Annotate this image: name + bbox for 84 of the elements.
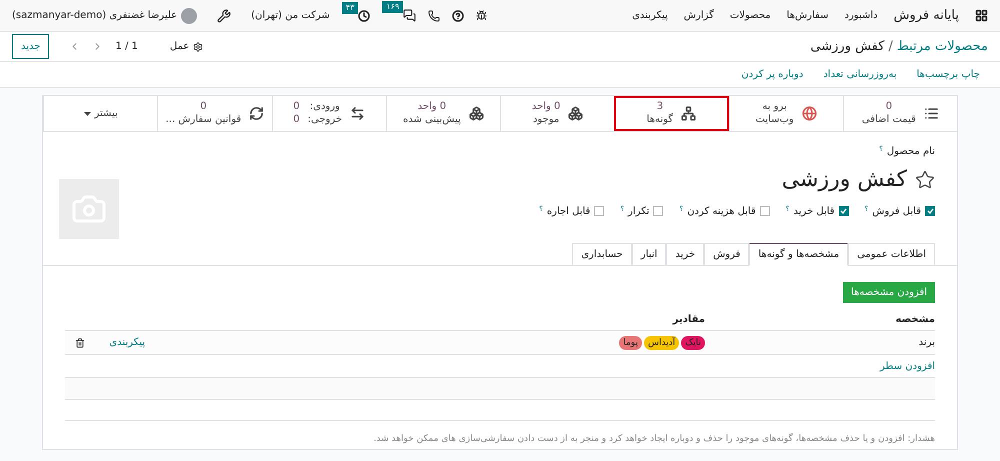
tab[interactable]: خرید	[666, 243, 704, 266]
breadcrumb-current: کفش ورزشی	[810, 38, 884, 56]
stat-label: موجود	[532, 114, 560, 126]
bug-icon[interactable]	[476, 10, 488, 21]
column-header: مقادیر	[671, 312, 705, 326]
stat-label: وب‌سایت	[755, 114, 794, 126]
stat-label: ورودی:	[308, 101, 341, 114]
stat-label: گونه‌ها	[646, 114, 674, 126]
stat-value: 0	[884, 101, 894, 114]
checkbox-label: قابل فروش	[872, 205, 921, 219]
action-menu[interactable]: عمل	[170, 39, 190, 54]
cubes-icon	[568, 106, 584, 121]
stat-label: خروجی:	[308, 114, 342, 126]
add-line-link[interactable]: افزودن سطر	[880, 358, 935, 374]
checkbox[interactable]	[925, 206, 935, 216]
checkbox[interactable]	[653, 206, 664, 216]
stat-label: پیش‌بینی شده	[403, 114, 461, 126]
checkbox[interactable]	[594, 206, 604, 216]
checkbox-label: قابل خرید	[793, 205, 835, 219]
clock-icon[interactable]	[358, 10, 370, 22]
stat-value: 0	[293, 114, 300, 126]
breadcrumb-link[interactable]: محصولات مرتبط	[896, 36, 988, 56]
refresh-icon	[249, 106, 264, 121]
stat-value: 0 واحد	[416, 101, 448, 114]
header-action-button[interactable]: دوباره پر کردن	[741, 67, 804, 82]
stat-value: 0	[293, 101, 300, 114]
warning-text: هشدار: افزودن و یا حذف مشخصه‌ها، گونه‌های موجود را حذف و دوباره ایجاد خواهد کرد و منجر به از دست دادن سفارشی‌سازی های ممکن خواهد شد.	[372, 433, 935, 446]
hierarchy-icon	[681, 106, 696, 121]
stat-label: قیمت اضافی	[862, 114, 916, 126]
stat-value: 0 واحد	[532, 101, 560, 114]
configure-link[interactable]: پیکربندی	[85, 335, 145, 350]
checkbox-label: تکرار	[628, 205, 650, 219]
help-icon[interactable]	[452, 10, 464, 22]
value-tag: نایک	[681, 336, 705, 350]
checkbox-label: قابل اجاره	[546, 205, 590, 219]
stat-value: 0	[199, 101, 208, 114]
checkbox-label: قابل هزینه کردن	[687, 205, 756, 219]
stat-value: 3	[656, 101, 664, 113]
menu-item[interactable]: گزارش	[684, 8, 714, 23]
new-button[interactable]: جدید	[12, 34, 50, 59]
stat-label: برو به	[761, 101, 788, 114]
smart-button[interactable]: 0 واحد پیش‌بینی شده	[386, 96, 500, 131]
value-tag: آدیداس	[644, 336, 680, 350]
arrows-icon	[350, 106, 366, 121]
apps-menu-icon[interactable]	[975, 9, 988, 22]
message-count-badge: ۱۶۹	[382, 1, 404, 13]
breadcrumb-separator: /	[888, 38, 893, 56]
field-label: نام محصول	[886, 145, 935, 159]
phone-icon[interactable]	[428, 10, 440, 22]
chat-icon[interactable]	[403, 9, 416, 22]
smart-button[interactable]: 0 واحد موجود	[500, 96, 614, 131]
company-switcher[interactable]: شرکت من (تهران)	[251, 8, 330, 23]
cubes-icon	[468, 106, 484, 121]
caret-icon	[84, 112, 90, 116]
app-name[interactable]: پایانه فروش	[894, 6, 959, 26]
tab[interactable]: حسابداری	[572, 243, 632, 266]
tab[interactable]: انبار	[632, 243, 666, 266]
header-action-button[interactable]: به‌روزرسانی تعداد	[823, 67, 897, 82]
trash-icon[interactable]	[75, 338, 85, 348]
list-icon	[924, 106, 939, 121]
tools-icon[interactable]	[217, 8, 232, 22]
stat-label: قوانین سفارش ...	[166, 114, 242, 126]
tab[interactable]: اطلاعات عمومی	[848, 243, 935, 266]
header-action-button[interactable]: چاپ برچسب‌ها	[916, 67, 980, 82]
gear-icon[interactable]	[193, 42, 204, 52]
menu-item[interactable]: داشبورد	[844, 8, 878, 23]
pager-value: 1 / 1	[115, 40, 138, 54]
smart-button[interactable]: برو به وب‌سایت	[728, 96, 843, 131]
favorite-star-icon[interactable]	[915, 170, 935, 190]
checkbox[interactable]	[760, 206, 770, 216]
activity-count-badge: ۴۳	[342, 2, 358, 14]
value-tag: پوما	[619, 336, 642, 350]
menu-item[interactable]: محصولات	[730, 8, 771, 23]
product-name: کفش ورزشی	[782, 166, 907, 194]
user-menu[interactable]: علیرضا غضنفری (sazmanyar-demo)	[12, 8, 178, 23]
globe-icon	[802, 106, 817, 121]
more-button[interactable]: بیشتر	[43, 96, 158, 131]
menu-item[interactable]: پیکربندی	[632, 8, 668, 23]
tab[interactable]: مشخصه‌ها و گونه‌ها	[749, 243, 848, 266]
column-header: مشخصه	[894, 312, 935, 326]
checkbox[interactable]	[838, 206, 849, 216]
table-cell-text: برند	[918, 336, 935, 350]
menu-item[interactable]: سفارش‌ها	[786, 8, 828, 23]
tab[interactable]: فروش	[704, 243, 750, 266]
